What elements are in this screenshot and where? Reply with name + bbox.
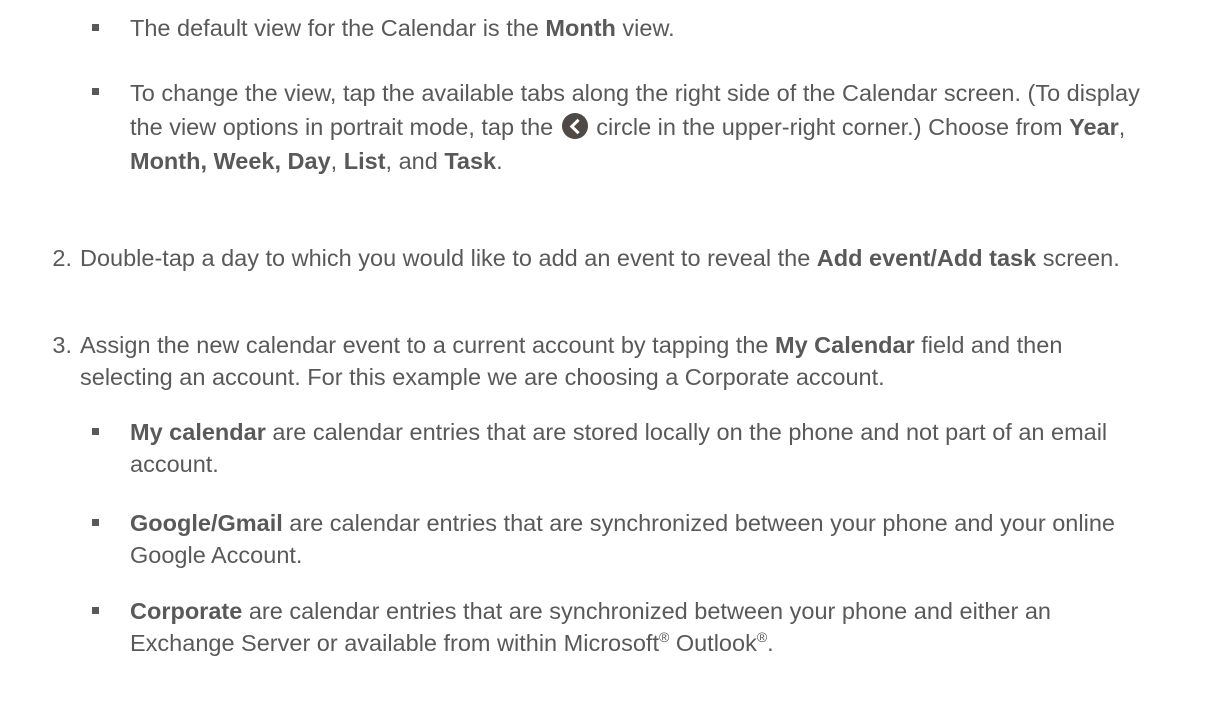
- document-page: The default view for the Calendar is the…: [0, 0, 1220, 715]
- text-run: Double-tap a day to which you would like…: [80, 245, 817, 271]
- bullet-marker: [92, 24, 99, 31]
- text-run: screen.: [1036, 245, 1120, 271]
- bold-term: My Calendar: [775, 332, 915, 358]
- list-item-change-view: To change the view, tap the available ta…: [92, 76, 1150, 178]
- text-run: ,: [330, 148, 344, 174]
- text-run: , and: [385, 148, 445, 174]
- text-run: Outlook: [669, 630, 757, 656]
- text-run: .: [767, 630, 774, 656]
- bold-term: Year: [1069, 114, 1119, 140]
- bold-term: Month: [545, 15, 616, 41]
- text-run: ,: [1118, 114, 1126, 140]
- bullet-marker: [92, 428, 99, 435]
- registered-mark: ®: [658, 629, 670, 645]
- bold-term: Google/Gmail: [130, 510, 283, 536]
- list-item-step-2: 2. Double-tap a day to which you would l…: [52, 242, 1150, 274]
- text-run: view.: [615, 15, 675, 41]
- text-run: circle in the upper-right corner.) Choos…: [589, 114, 1070, 140]
- text-run: are calendar entries that are stored loc…: [130, 419, 1108, 477]
- list-item-google-gmail: Google/Gmail are calendar entries that a…: [92, 507, 1150, 571]
- bold-term: Task: [444, 148, 497, 174]
- bold-term: My calendar: [130, 419, 266, 445]
- bold-term: Add event/Add task: [816, 245, 1037, 271]
- bullet-marker: [92, 88, 99, 95]
- list-item-corporate: Corporate are calendar entries that are …: [92, 595, 1150, 659]
- list-item-step-3: 3. Assign the new calendar event to a cu…: [52, 329, 1150, 393]
- bold-term: List: [343, 148, 386, 174]
- list-item-default-view: The default view for the Calendar is the…: [92, 12, 1150, 44]
- text-run: Assign the new calendar event to a curre…: [80, 332, 775, 358]
- step-number: 2.: [52, 245, 72, 271]
- text-run: are calendar entries that are synchroniz…: [130, 598, 1051, 656]
- bold-term: Month, Week, Day: [130, 148, 331, 174]
- bullet-marker: [92, 519, 99, 526]
- bullet-marker: [92, 607, 99, 614]
- bold-term: Corporate: [130, 598, 243, 624]
- step-number: 3.: [52, 332, 72, 358]
- chevron-circle-icon: [561, 113, 588, 139]
- registered-mark: ®: [756, 629, 768, 645]
- text-run: .: [496, 148, 503, 174]
- text-run: The default view for the Calendar is the: [130, 15, 546, 41]
- list-item-my-calendar: My calendar are calendar entries that ar…: [92, 416, 1150, 480]
